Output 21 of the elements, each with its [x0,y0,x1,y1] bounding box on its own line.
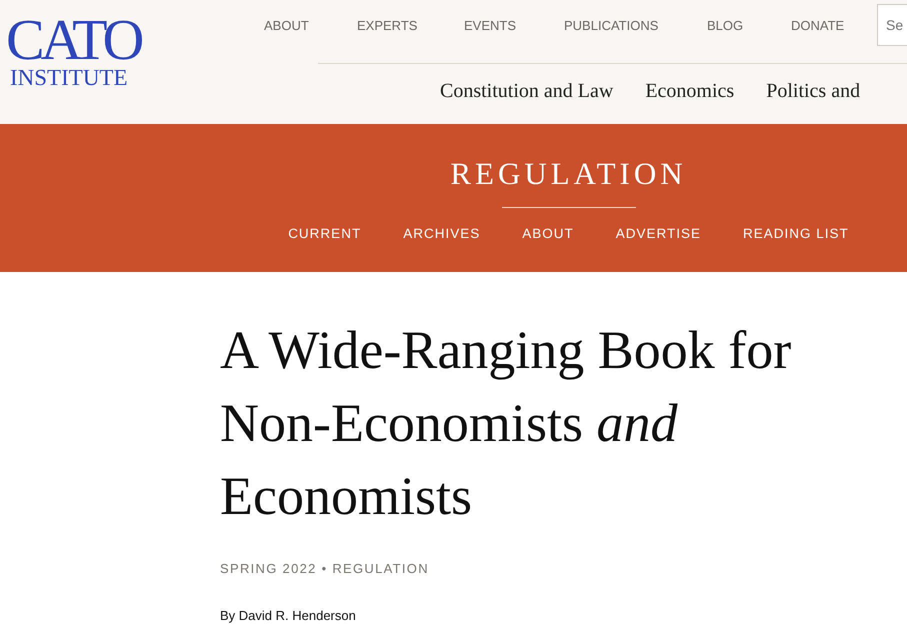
article-byline: By David R. Henderson [220,606,357,625]
search-field[interactable]: Se [877,4,907,46]
article-title: A Wide-Ranging Book for Non-Economists and Economists [220,319,792,528]
article-meta: SPRING 2022 • REGULATION [220,560,430,578]
topic-link[interactable]: Politics and [766,76,860,106]
logo-wordmark[interactable]: CATO [6,14,140,66]
section-nav-link[interactable]: ABOUT [522,224,574,244]
nav-link[interactable]: PUBLICATIONS [564,16,658,36]
topic-link[interactable]: Constitution and Law [440,76,614,106]
logo-subtitle: INSTITUTE [10,67,128,89]
section-nav-link[interactable]: CURRENT [288,224,362,244]
section-nav-link[interactable]: ADVERTISE [616,224,702,244]
nav-link[interactable]: EXPERTS [357,16,418,36]
nav-link[interactable]: ABOUT [264,16,309,36]
section-nav-link[interactable]: ARCHIVES [403,224,480,244]
topic-link[interactable]: Economics [645,76,734,106]
section-nav-link[interactable]: READING LIST [743,224,849,244]
nav-link[interactable]: EVENTS [464,16,516,36]
nav-link[interactable]: DONATE [791,16,844,36]
section-title: REGULATION [450,156,687,192]
nav-link[interactable]: BLOG [707,16,744,36]
